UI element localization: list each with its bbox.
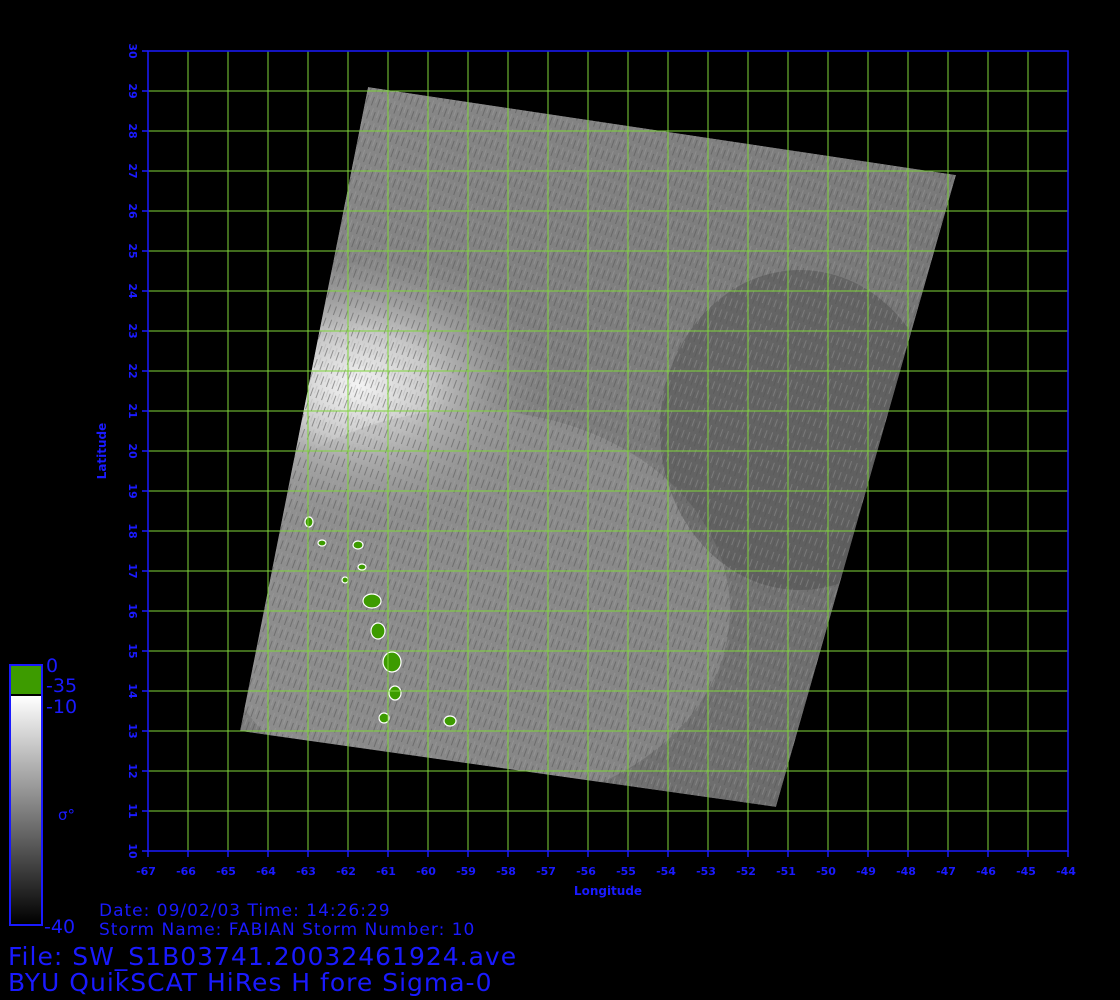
x-tick-label: -65 <box>216 865 236 878</box>
colorbar-label-minus40: -40 <box>44 916 75 938</box>
x-tick-label: -62 <box>336 865 356 878</box>
y-tick-label: 11 <box>126 803 139 818</box>
x-tick-label: -55 <box>616 865 636 878</box>
y-tick-label: 26 <box>126 203 139 219</box>
y-axis-title: Latitude <box>95 423 109 480</box>
date-time-line: Date: 09/02/03 Time: 14:26:29 <box>99 901 391 921</box>
y-tick-label: 16 <box>126 603 139 619</box>
x-tick-label: -59 <box>456 865 476 878</box>
y-tick-label: 23 <box>126 323 139 338</box>
y-tick-label: 12 <box>126 763 139 778</box>
x-tick-label: -57 <box>536 865 556 878</box>
y-tick-label: 25 <box>126 243 139 258</box>
x-tick-label: -54 <box>656 865 676 878</box>
y-tick-label: 18 <box>126 523 139 538</box>
colorbar-label-minus10: -10 <box>46 696 77 718</box>
x-tick-label: -48 <box>896 865 916 878</box>
y-tick-label: 28 <box>126 123 139 138</box>
colorbar-label-0: 0 <box>46 655 58 677</box>
file-line: File: SW_S1B03741.20032461924.ave <box>8 942 518 971</box>
x-tick-label: -56 <box>576 865 596 878</box>
scatterometer-swath <box>240 87 956 807</box>
y-tick-label: 15 <box>126 643 139 658</box>
x-tick-label: -51 <box>776 865 796 878</box>
y-tick-label: 10 <box>126 843 139 859</box>
y-tick-label: 19 <box>126 483 139 498</box>
y-tick-label: 27 <box>126 163 139 178</box>
x-tick-label: -53 <box>696 865 716 878</box>
sigma0-colorbar: 0 -35 -10 σ° -40 <box>9 655 77 938</box>
y-tick-label: 14 <box>126 683 139 699</box>
colorbar-gradient <box>11 696 41 924</box>
y-tick-label: 24 <box>126 283 139 299</box>
x-tick-label: -47 <box>936 865 956 878</box>
product-title: BYU QuikSCAT HiRes H fore Sigma-0 <box>8 968 493 997</box>
x-axis-title: Longitude <box>574 884 642 898</box>
y-tick-label: 29 <box>126 83 139 98</box>
colorbar-land-segment <box>11 666 41 694</box>
x-tick-label: -66 <box>176 865 196 878</box>
x-tick-label: -45 <box>1016 865 1036 878</box>
lat-lon-grid <box>148 51 1068 851</box>
x-tick-label: -44 <box>1056 865 1076 878</box>
x-tick-label: -49 <box>856 865 876 878</box>
x-tick-label: -67 <box>136 865 156 878</box>
y-tick-label: 13 <box>126 723 139 738</box>
storm-line: Storm Name: FABIAN Storm Number: 10 <box>99 920 476 940</box>
y-tick-label: 22 <box>126 363 139 378</box>
x-tick-label: -61 <box>376 865 396 878</box>
x-tick-label: -50 <box>816 865 836 878</box>
x-tick-label: -63 <box>296 865 316 878</box>
x-tick-label: -58 <box>496 865 516 878</box>
y-tick-label: 21 <box>126 403 139 418</box>
y-tick-label: 20 <box>126 443 139 459</box>
x-tick-label: -46 <box>976 865 996 878</box>
y-tick-label: 17 <box>126 563 139 578</box>
colorbar-symbol: σ° <box>58 806 75 824</box>
colorbar-label-minus35: -35 <box>46 675 77 697</box>
x-tick-label: -52 <box>736 865 756 878</box>
y-tick-label: 30 <box>126 43 139 59</box>
map-figure: -67 -66 -65 -64 -63 -62 -61 -60 -59 -58 -57 -56 -55 -… <box>9 43 1076 938</box>
x-tick-label: -60 <box>416 865 436 878</box>
x-tick-label: -64 <box>256 865 276 878</box>
